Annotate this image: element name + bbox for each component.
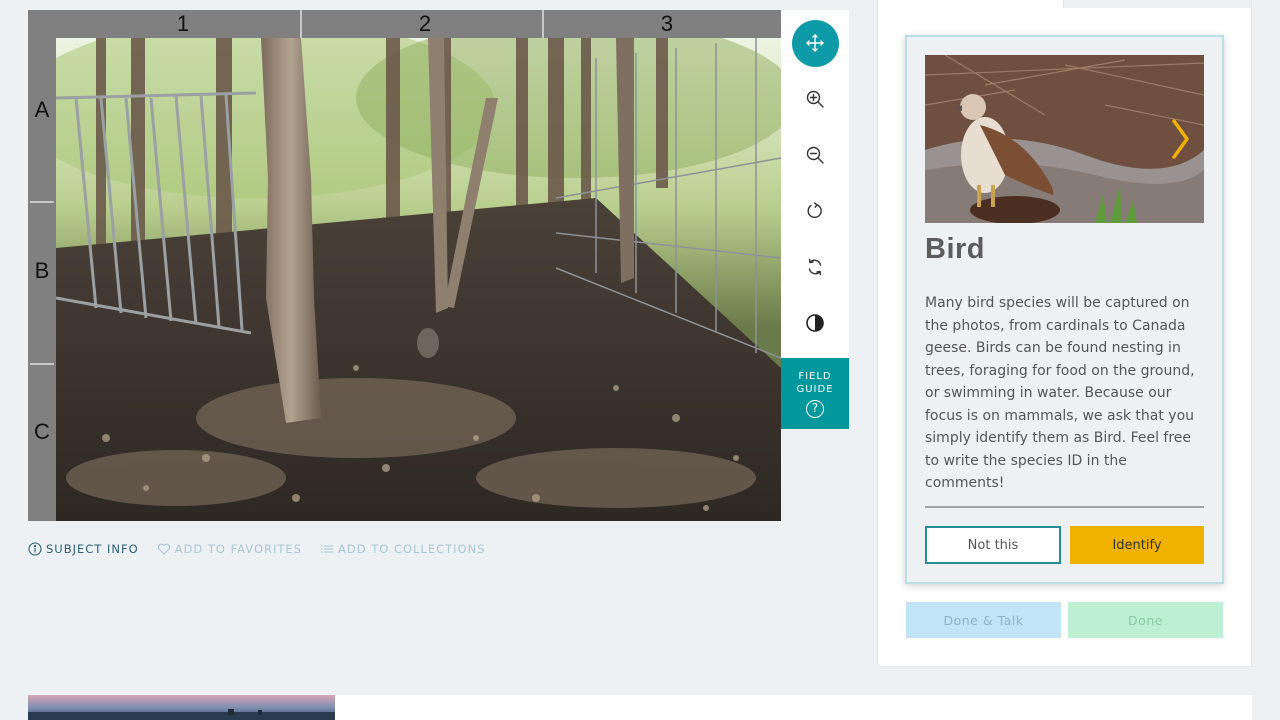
species-photo <box>925 55 1204 223</box>
done-and-talk-button[interactable]: Done & Talk <box>906 602 1061 638</box>
row-label-a: A <box>34 97 50 122</box>
not-this-button[interactable]: Not this <box>925 526 1061 564</box>
done-button[interactable]: Done <box>1068 602 1223 638</box>
contrast-icon <box>806 314 824 332</box>
heart-icon <box>157 543 170 555</box>
column-ruler: 1 2 3 <box>56 10 781 38</box>
field-guide-label-line2: GUIDE <box>796 384 834 395</box>
add-to-favorites-link[interactable]: ADD TO FAVORITES <box>157 541 302 557</box>
camera-trap-photo[interactable] <box>56 38 781 521</box>
reset-icon <box>808 258 822 276</box>
list-icon <box>321 545 333 553</box>
column-tick <box>542 10 544 38</box>
image-toolbar: FIELD GUIDE ? <box>781 10 849 429</box>
zoom-out-icon <box>806 146 824 164</box>
column-label-2: 2 <box>418 11 432 36</box>
add-to-collections-label: ADD TO COLLECTIONS <box>338 542 486 556</box>
column-tick <box>300 10 302 38</box>
zoom-in-button[interactable] <box>781 71 849 127</box>
species-title: Bird <box>925 233 985 265</box>
row-ruler: A B C <box>28 38 56 521</box>
column-label-3: 3 <box>660 11 674 36</box>
species-description: Many bird species will be captured on th… <box>925 295 1195 491</box>
subject-info-link[interactable]: SUBJECT INFO <box>28 541 139 557</box>
zoom-in-icon <box>806 90 824 108</box>
field-guide-label-line1: FIELD <box>798 371 832 382</box>
invert-button[interactable] <box>781 295 849 351</box>
move-button-disc <box>791 19 839 67</box>
move-button[interactable] <box>781 15 849 71</box>
species-card: Bird Many bird species will be captured … <box>905 35 1224 584</box>
column-label-1: 1 <box>176 11 190 36</box>
subject-meta-bar: SUBJECT INFO ADD TO FAVORITES ADD TO COL… <box>28 541 486 557</box>
row-tick <box>30 201 54 203</box>
card-divider <box>925 506 1204 508</box>
subject-info-label: SUBJECT INFO <box>46 542 139 556</box>
task-tab-stub <box>1063 0 1251 8</box>
add-to-favorites-label: ADD TO FAVORITES <box>174 542 302 556</box>
row-label-c: C <box>34 419 50 444</box>
row-tick <box>30 363 54 365</box>
field-guide-button[interactable]: FIELD GUIDE ? <box>781 358 849 429</box>
rotate-button[interactable] <box>781 183 849 239</box>
move-icon <box>806 34 824 52</box>
identify-button[interactable]: Identify <box>1070 526 1204 564</box>
help-icon: ? <box>806 400 824 418</box>
rotate-icon <box>807 202 822 219</box>
row-label-b: B <box>34 258 50 283</box>
add-to-collections-link[interactable]: ADD TO COLLECTIONS <box>320 541 486 557</box>
zoom-out-button[interactable] <box>781 127 849 183</box>
info-icon <box>28 542 42 556</box>
subject-viewer[interactable]: 1 2 3 A B C <box>28 10 781 521</box>
project-banner-image <box>28 695 335 720</box>
reset-button[interactable] <box>781 239 849 295</box>
